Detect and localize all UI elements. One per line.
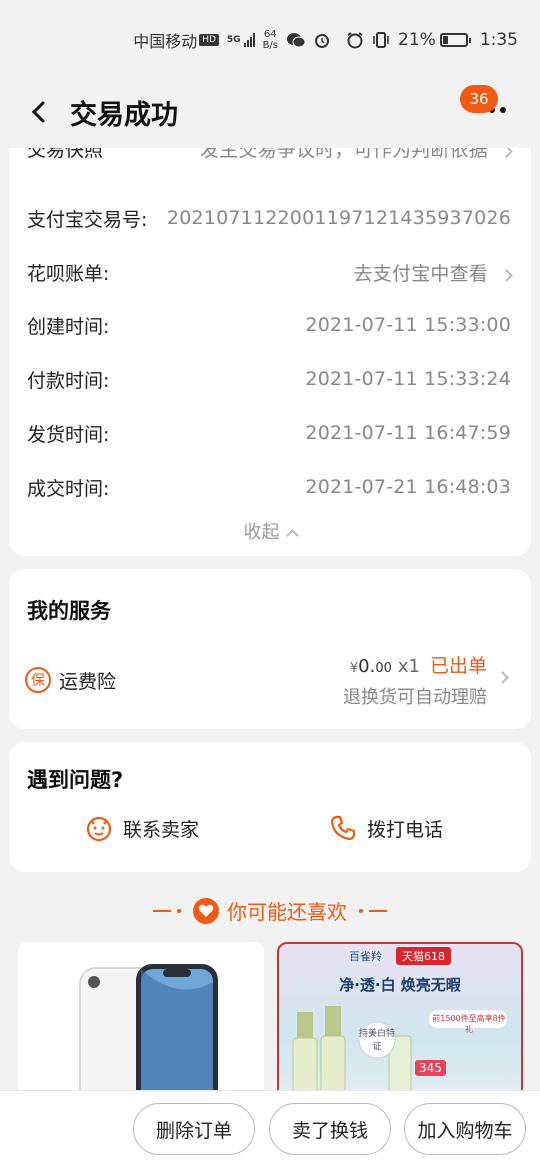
detail-row-huabei[interactable]: 花呗账单: 去支付宝中查看	[27, 252, 513, 292]
contact-seller-button[interactable]: 联系卖家	[85, 814, 199, 842]
bottom-action-bar: 删除订单 卖了换钱 加入购物车	[0, 1090, 540, 1170]
chevron-up-icon	[285, 529, 299, 542]
call-phone-button[interactable]: 拨打电话	[329, 814, 443, 842]
status-bar: 中国移动 HD 5G 64 B/s 21% 1:35	[0, 0, 540, 80]
insurance-icon: 保	[25, 667, 51, 693]
delete-order-button[interactable]: 删除订单	[133, 1103, 255, 1155]
ad-tmall: 天猫618	[396, 947, 451, 965]
alarm-icon	[314, 32, 330, 48]
detail-row-alipay-no: 支付宝交易号: 2021071122001197121435937026	[27, 207, 511, 231]
ad-badge: 持美白特证	[358, 1029, 395, 1052]
back-button[interactable]	[14, 87, 64, 137]
service-sub: 退换货可自动理赔	[343, 687, 487, 708]
chevron-right-icon	[500, 268, 513, 282]
chevron-right-icon	[500, 148, 513, 158]
help-title: 遇到问题?	[27, 768, 124, 792]
detail-row-snapshot[interactable]: 交易快照 发生交易争议时，可作为判断依据	[27, 148, 513, 168]
detail-row-completed: 成交时间: 2021-07-21 16:48:03	[27, 476, 511, 500]
clock: 1:35	[479, 30, 518, 50]
battery-icon	[439, 33, 471, 47]
product-card-skincare[interactable]: 百雀羚 天猫618 净·透·白 焕亮无暇 持美白特证 前1500件至高享8件礼 …	[277, 942, 523, 1090]
help-card: 遇到问题? 联系卖家 拨打电话	[9, 742, 531, 872]
ad-brand: 百雀羚	[349, 950, 382, 963]
ad-promo: 前1500件至高享8件礼	[432, 1014, 506, 1034]
add-to-cart-button[interactable]: 加入购物车	[404, 1103, 526, 1155]
more-menu-button[interactable]: 36	[460, 85, 512, 130]
ad-price: 345	[415, 1060, 446, 1076]
service-title: 我的服务	[27, 599, 111, 623]
carrier-label: 中国移动	[133, 32, 198, 51]
collapse-button[interactable]: 收起	[9, 518, 531, 544]
vibrate-icon	[372, 32, 390, 48]
detail-row-created: 创建时间: 2021-07-11 15:33:00	[27, 314, 511, 338]
page-header: 交易成功 36	[0, 80, 540, 144]
hd-badge: HD	[199, 34, 219, 46]
order-details-card: 交易快照 发生交易争议时，可作为判断依据 支付宝交易号: 20210711220…	[9, 148, 531, 556]
heart-icon	[193, 897, 219, 924]
service-status: 已出单	[429, 655, 487, 677]
wechat-icon	[286, 32, 306, 48]
alarm-clock-icon	[346, 31, 364, 49]
sell-item-button[interactable]: 卖了换钱	[269, 1103, 391, 1155]
service-price: ¥ 0. 00 x1 已出单	[350, 651, 487, 678]
detail-row-paid: 付款时间: 2021-07-11 15:33:24	[27, 368, 511, 392]
product-card-iphone[interactable]	[18, 942, 264, 1090]
signal-icon: 5G	[227, 33, 255, 47]
network-speed: 64 B/s	[262, 29, 279, 51]
scroll-content[interactable]: 交易快照 发生交易争议时，可作为判断依据 支付宝交易号: 20210711220…	[0, 148, 540, 1090]
recommend-title: 你可能还喜欢	[0, 896, 540, 925]
my-service-card: 我的服务 保 运费险 ¥ 0. 00 x1 已出单 退换货可自动理赔	[9, 569, 531, 729]
service-detail-chevron-icon[interactable]	[496, 671, 509, 684]
phone-icon	[330, 815, 356, 841]
service-name: 运费险	[59, 671, 117, 693]
page-title: 交易成功	[70, 99, 178, 131]
seller-face-icon	[86, 816, 112, 842]
iphone-image	[79, 964, 218, 1090]
battery-percent: 21%	[398, 30, 436, 50]
ad-slogan: 净·透·白 焕亮无暇	[339, 976, 461, 994]
notification-badge: 36	[460, 85, 498, 113]
chevron-left-icon	[31, 101, 45, 123]
detail-row-shipped: 发货时间: 2021-07-11 16:47:59	[27, 422, 511, 446]
